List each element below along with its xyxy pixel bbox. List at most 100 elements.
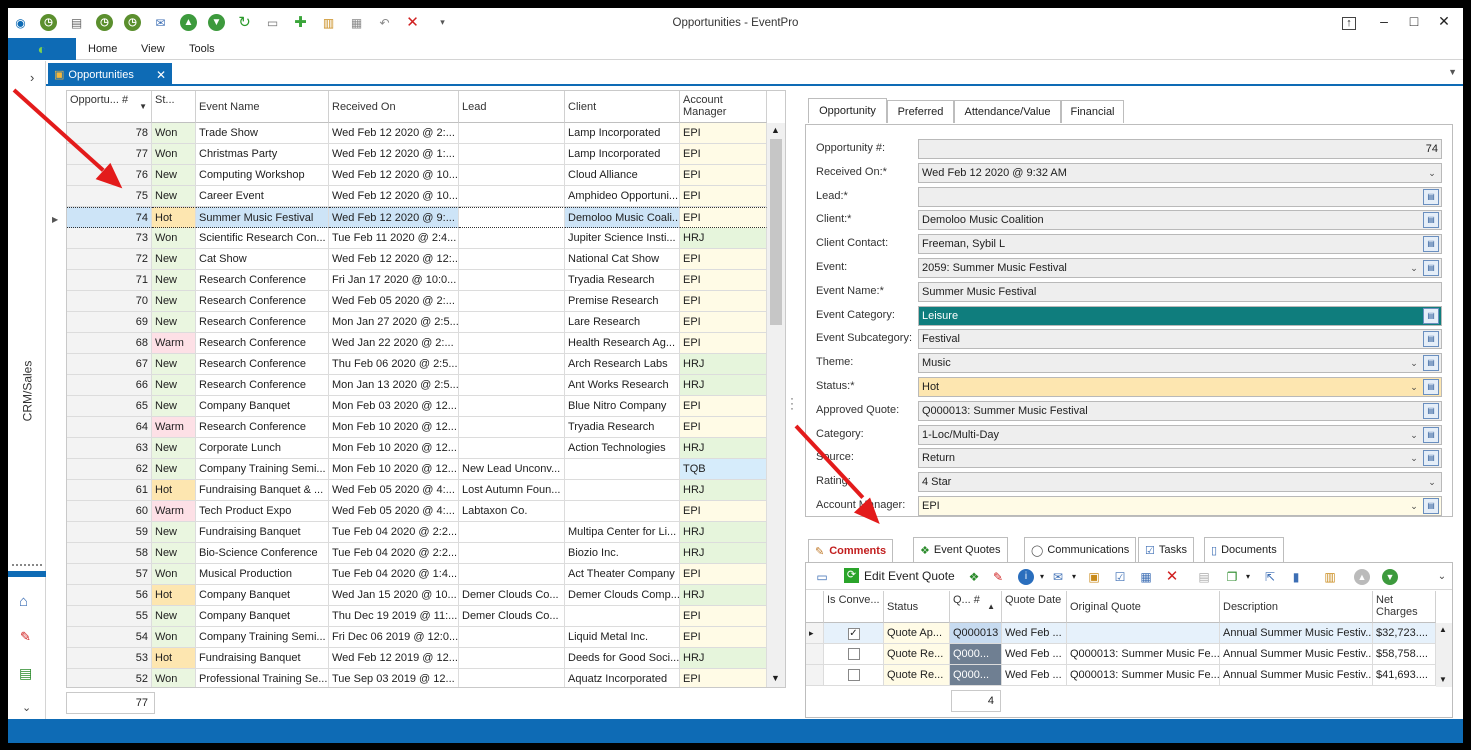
lookup-icon[interactable]: ▤ [1423, 355, 1439, 372]
tab-tools[interactable]: Tools [189, 43, 215, 55]
is-converted-checkbox[interactable] [824, 644, 884, 665]
toolbar-overflow-icon[interactable]: ⌄ [1434, 569, 1450, 585]
column-header-event-name[interactable]: Event Name [196, 91, 329, 123]
column-header-opportunity-num[interactable]: Opportu... # ▼ [67, 91, 152, 123]
field-input[interactable]: Music ⌄ ▤ [918, 353, 1442, 374]
chevron-down-icon[interactable]: ⌄ [22, 701, 31, 714]
lookup-icon[interactable]: ▤ [1423, 260, 1439, 276]
dropdown-icon[interactable]: ⌄ [1425, 475, 1439, 489]
scroll-down-icon[interactable]: ▼ [771, 673, 780, 683]
table-row[interactable]: 77 Won Christmas Party Wed Feb 12 2020 @ 1:… [67, 144, 767, 165]
close-button[interactable]: ✕ [1434, 13, 1454, 31]
table-row[interactable]: 74 Hot Summer Music Festival Wed Feb 12 202… [67, 207, 767, 228]
home-icon[interactable]: ⌂ [19, 593, 28, 610]
field-input[interactable]: Return ⌄ ▤ [918, 448, 1442, 469]
table-row[interactable]: 65 New Company Banquet Mon Feb 03 2020 @ 12… [67, 396, 767, 417]
field-input[interactable]: Leisure ▤ [918, 305, 1442, 326]
grid-scrollbar[interactable]: ▲ ▼ [767, 123, 785, 687]
table-row[interactable]: 70 New Research Conference Wed Feb 05 2020 … [67, 291, 767, 312]
table-row[interactable]: 76 New Computing Workshop Wed Feb 12 2020 @… [67, 165, 767, 186]
field-input[interactable]: 2059: Summer Music Festival ⌄ ▤ [918, 258, 1442, 278]
field-input[interactable]: ▤ [918, 186, 1442, 207]
tab-preferred[interactable]: Preferred [887, 100, 954, 123]
move-up-icon[interactable]: ▲ [1354, 569, 1370, 585]
field-input[interactable]: Freeman, Sybil L ▤ [918, 234, 1442, 255]
table-row[interactable]: 73 Won Scientific Research Con... Tue Feb 1… [67, 228, 767, 249]
field-input[interactable]: Hot ⌄ ▤ [918, 377, 1442, 397]
lookup-icon[interactable]: ▤ [1423, 236, 1439, 253]
lookup-icon[interactable]: ▤ [1423, 450, 1439, 467]
column-header-net-charges[interactable]: Net Charges [1373, 591, 1436, 623]
field-input[interactable]: 74 [918, 139, 1442, 159]
column-header-is-converted[interactable]: Is Conve... [824, 591, 884, 623]
checkbox-icon[interactable]: ✓ [847, 628, 860, 640]
print-icon[interactable]: ▤ [1196, 569, 1212, 585]
field-input[interactable]: 1-Loc/Multi-Day ⌄ ▤ [918, 424, 1442, 445]
table-row[interactable]: 60 Warm Tech Product Expo Wed Feb 05 2020 @… [67, 501, 767, 522]
tab-attendance-value[interactable]: Attendance/Value [954, 100, 1061, 123]
tab-opportunity[interactable]: Opportunity [808, 98, 887, 123]
field-input[interactable]: Demoloo Music Coalition ▤ [918, 210, 1442, 231]
tab-tasks[interactable]: ☑ Tasks [1138, 537, 1194, 562]
column-header-original-quote[interactable]: Original Quote [1067, 591, 1220, 623]
edit-event-quote-button[interactable]: ⟳ Edit Event Quote [844, 568, 955, 583]
column-header-description[interactable]: Description [1220, 591, 1373, 623]
tab-financial[interactable]: Financial [1061, 100, 1124, 123]
column-header-lead[interactable]: Lead [459, 91, 565, 123]
calendar-icon[interactable]: ▦ [1138, 569, 1154, 585]
nav-splitter[interactable] [12, 564, 42, 570]
tab-view[interactable]: View [141, 43, 165, 55]
delete-quote-icon[interactable]: ✕ [1164, 569, 1180, 585]
tab-opportunities[interactable]: ▣ Opportunities ✕ [48, 63, 172, 86]
quotes-scroll-up-icon[interactable]: ▲ [1439, 625, 1447, 634]
table-row[interactable]: 61 Hot Fundraising Banquet & ... Wed Feb 05… [67, 480, 767, 501]
table-row[interactable]: 69 New Research Conference Mon Jan 27 2020 … [67, 312, 767, 333]
field-input[interactable]: 4 Star ⌄ [918, 472, 1442, 493]
column-header-quote-num[interactable]: Q... # ▲ [950, 591, 1002, 623]
maximize-button[interactable]: □ [1404, 13, 1424, 31]
field-input[interactable]: Festival ▤ [918, 329, 1442, 350]
restore-ribbon-icon[interactable]: ↑ [1342, 17, 1356, 30]
column-header-quote-date[interactable]: Quote Date [1002, 591, 1067, 623]
panel-splitter[interactable]: · · · [790, 392, 796, 414]
table-row[interactable]: 54 Won Company Training Semi... Fri Dec 06 … [67, 627, 767, 648]
money-icon[interactable]: ❖ [966, 569, 982, 585]
table-row[interactable]: 63 New Corporate Lunch Mon Feb 10 2020 @ 12… [67, 438, 767, 459]
column-header-received-on[interactable]: Received On [329, 91, 459, 123]
table-row[interactable]: 58 New Bio-Science Conference Tue Feb 04 20… [67, 543, 767, 564]
table-row[interactable]: 67 New Research Conference Thu Feb 06 2020 … [67, 354, 767, 375]
dropdown-icon[interactable]: ⌄ [1407, 356, 1421, 370]
lookup-icon[interactable]: ▤ [1423, 307, 1439, 324]
column-header-quote-status[interactable]: Status [884, 591, 950, 623]
info-icon[interactable]: i [1018, 569, 1034, 585]
info-dropdown-icon[interactable]: ▾ [1034, 569, 1050, 585]
dropdown-icon[interactable]: ⌄ [1407, 261, 1421, 275]
tab-communications[interactable]: ◯ Communications [1024, 537, 1137, 562]
field-input[interactable]: Q000013: Summer Music Festival ▤ [918, 400, 1442, 421]
app-menu-button[interactable]: ◐ [8, 38, 76, 60]
table-row[interactable]: 75 New Career Event Wed Feb 12 2020 @ 10...… [67, 186, 767, 207]
close-tab-icon[interactable]: ✕ [156, 68, 166, 82]
table-row[interactable]: 53 Hot Fundraising Banquet Wed Feb 12 2019 … [67, 648, 767, 669]
lookup-icon[interactable]: ▤ [1423, 212, 1439, 229]
is-converted-checkbox[interactable] [824, 665, 884, 686]
table-row[interactable]: 72 New Cat Show Wed Feb 12 2020 @ 12:... Nat… [67, 249, 767, 270]
pushpin-icon[interactable]: ✎ [990, 569, 1006, 585]
field-input[interactable]: Wed Feb 12 2020 @ 9:32 AM ⌄ [918, 162, 1442, 183]
scroll-thumb[interactable] [770, 139, 782, 325]
lookup-icon[interactable]: ▤ [1423, 498, 1439, 514]
table-row[interactable]: 64 Warm Research Conference Mon Feb 10 2020… [67, 417, 767, 438]
table-row[interactable]: 62 New Company Training Semi... Mon Feb 10 … [67, 459, 767, 480]
dropdown-icon[interactable]: ⌄ [1407, 380, 1421, 394]
table-row[interactable]: 78 Won Trade Show Wed Feb 12 2020 @ 2:... La… [67, 123, 767, 144]
table-row[interactable]: 59 New Fundraising Banquet Tue Feb 04 2020 … [67, 522, 767, 543]
report-icon[interactable]: ▮ [1288, 569, 1304, 585]
dropdown-icon[interactable]: ⌄ [1425, 166, 1439, 180]
lookup-icon[interactable]: ▤ [1423, 402, 1439, 419]
checkbox-icon[interactable] [847, 648, 860, 660]
tab-comments[interactable]: ✎ Comments [808, 539, 894, 562]
scroll-up-icon[interactable]: ▲ [771, 125, 780, 135]
table-row[interactable]: 66 New Research Conference Mon Jan 13 2020 … [67, 375, 767, 396]
checklist-icon[interactable]: ☑ [1112, 569, 1128, 585]
dropdown-icon[interactable]: ⌄ [1407, 451, 1421, 465]
